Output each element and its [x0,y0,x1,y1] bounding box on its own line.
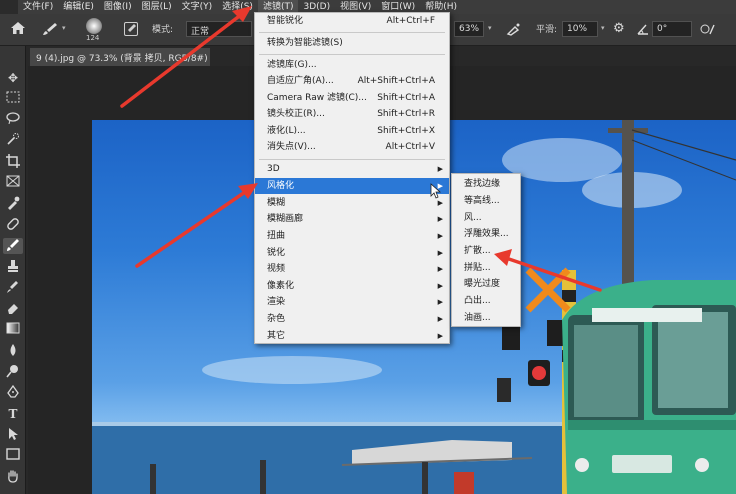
smoothing-input[interactable]: 10% [562,21,598,37]
mode-value: 正常 [191,27,210,37]
menu-type[interactable]: 文字(Y) [177,0,218,14]
angle-value: 0° [657,24,668,34]
lasso-tool-icon[interactable] [3,112,23,128]
menu-item-stylize[interactable]: 风格化 ▶ [255,178,449,194]
healing-brush-icon[interactable] [3,217,23,233]
chevron-right-icon: ▶ [437,298,443,306]
menu-item-filter-gallery[interactable]: 滤镜库(G)... [255,57,449,73]
chevron-down-icon[interactable]: ▾ [488,24,492,32]
brush-panel-icon[interactable] [124,22,138,36]
type-tool-icon[interactable]: T [3,406,23,422]
menu-image[interactable]: 图像(I) [99,0,137,14]
submenu-item-extrude[interactable]: 凸出... [452,293,520,309]
filter-menu: 智能锐化 Alt+Ctrl+F 转换为智能滤镜(S) 滤镜库(G)... 自适应广… [254,12,450,344]
submenu-item-trace-contour[interactable]: 等高线... [452,193,520,209]
menu-layer[interactable]: 图层(L) [137,0,177,14]
menu-item-sharpen[interactable]: 锐化 ▶ [255,245,449,261]
brush-preset-dot[interactable] [86,18,102,34]
gradient-tool-icon[interactable] [3,322,23,338]
menu-select[interactable]: 选择(S) [217,0,258,14]
chevron-down-icon[interactable]: ▾ [601,24,605,32]
dodge-tool-icon[interactable] [3,364,23,380]
toolbox: ✥ T [0,46,26,494]
submenu-item-tiles[interactable]: 拼贴... [452,260,520,276]
hand-tool-icon[interactable] [3,469,23,485]
brush-tool-icon[interactable] [42,22,58,36]
submenu-item-find-edges[interactable]: 查找边缘 [452,176,520,192]
pressure-size-icon[interactable] [700,22,716,36]
menu-item-other[interactable]: 其它 ▶ [255,328,449,344]
menu-separator [259,32,445,33]
menu-edit[interactable]: 编辑(E) [58,0,99,14]
chevron-right-icon: ▶ [437,215,443,223]
chevron-right-icon: ▶ [437,332,443,340]
menu-item-distort[interactable]: 扭曲 ▶ [255,228,449,244]
blur-tool-icon[interactable] [3,343,23,359]
crop-tool-icon[interactable] [3,154,23,170]
stylize-submenu: 查找边缘 等高线... 风... 浮雕效果... 扩散... 拼贴... 曝光过… [451,173,521,327]
menu-file[interactable]: 文件(F) [18,0,58,14]
clone-stamp-icon[interactable] [3,259,23,275]
chevron-right-icon: ▶ [437,232,443,240]
path-select-icon[interactable] [3,427,23,443]
submenu-item-wind[interactable]: 风... [452,210,520,226]
mode-label: 模式: [152,25,174,35]
angle-icon [636,22,650,36]
document-tab-title: 9 (4).jpg @ 73.3% (背景 拷贝, RGB/8#) [36,54,208,64]
menu-item-pixelate[interactable]: 像素化 ▶ [255,278,449,294]
menu-item-blur-gallery[interactable]: 模糊画廊 ▶ [255,211,449,227]
angle-input[interactable]: 0° [652,21,692,37]
menu-item-vanishing-point[interactable]: 消失点(V)... Alt+Ctrl+V [255,139,449,155]
gear-icon[interactable]: ⚙ [613,21,625,36]
app-logo [0,0,18,14]
frame-tool-icon[interactable] [3,175,23,191]
marquee-tool-icon[interactable] [3,91,23,107]
menu-separator [259,54,445,55]
mouse-cursor-icon [430,183,442,199]
menu-item-3d[interactable]: 3D ▶ [255,161,449,177]
rectangle-tool-icon[interactable] [3,448,23,464]
menu-item-video[interactable]: 视频 ▶ [255,261,449,277]
chevron-right-icon: ▶ [437,249,443,257]
eraser-tool-icon[interactable] [3,301,23,317]
submenu-item-oil-paint[interactable]: 油画... [452,310,520,326]
document-tab[interactable]: 9 (4).jpg @ 73.3% (背景 拷贝, RGB/8#) [30,48,210,66]
chevron-down-icon[interactable]: ▾ [62,24,66,32]
brush-tool-icon[interactable] [3,238,23,254]
submenu-item-diffuse[interactable]: 扩散... [452,243,520,259]
mode-select[interactable]: 正常 [186,21,252,37]
smoothing-value: 10% [567,24,588,34]
move-tool-icon[interactable]: ✥ [3,70,23,86]
chevron-right-icon: ▶ [437,282,443,290]
menu-item-lens-correction[interactable]: 镜头校正(R)... Shift+Ctrl+R [255,106,449,122]
pen-tool-icon[interactable] [3,384,23,401]
menu-item-blur[interactable]: 模糊 ▶ [255,195,449,211]
menu-separator [259,159,445,160]
menu-item-camera-raw[interactable]: Camera Raw 滤镜(C)... Shift+Ctrl+A [255,90,449,106]
chevron-right-icon: ▶ [437,265,443,273]
home-icon[interactable] [10,21,26,35]
brush-size-label: 124 [86,34,100,42]
menu-item-adaptive-wide-angle[interactable]: 自适应广角(A)... Alt+Shift+Ctrl+A [255,73,449,89]
quick-select-icon[interactable] [3,133,23,149]
chevron-right-icon: ▶ [437,315,443,323]
flow-input[interactable]: 63% [454,21,484,37]
menu-item-render[interactable]: 渲染 ▶ [255,294,449,310]
submenu-item-solarize[interactable]: 曝光过度 [452,276,520,292]
menu-item-noise[interactable]: 杂色 ▶ [255,311,449,327]
menu-item-liquify[interactable]: 液化(L)... Shift+Ctrl+X [255,123,449,139]
menu-item-smart-sharpen[interactable]: 智能锐化 Alt+Ctrl+F [255,13,449,29]
history-brush-icon[interactable] [3,280,23,296]
flow-value: 63% [459,24,480,34]
eyedropper-tool-icon[interactable] [3,196,23,212]
submenu-item-emboss[interactable]: 浮雕效果... [452,226,520,242]
menu-item-convert-smart-filter[interactable]: 转换为智能滤镜(S) [255,35,449,51]
smoothing-label: 平滑: [536,25,558,35]
chevron-right-icon: ▶ [437,165,443,173]
airbrush-icon[interactable] [506,22,522,36]
